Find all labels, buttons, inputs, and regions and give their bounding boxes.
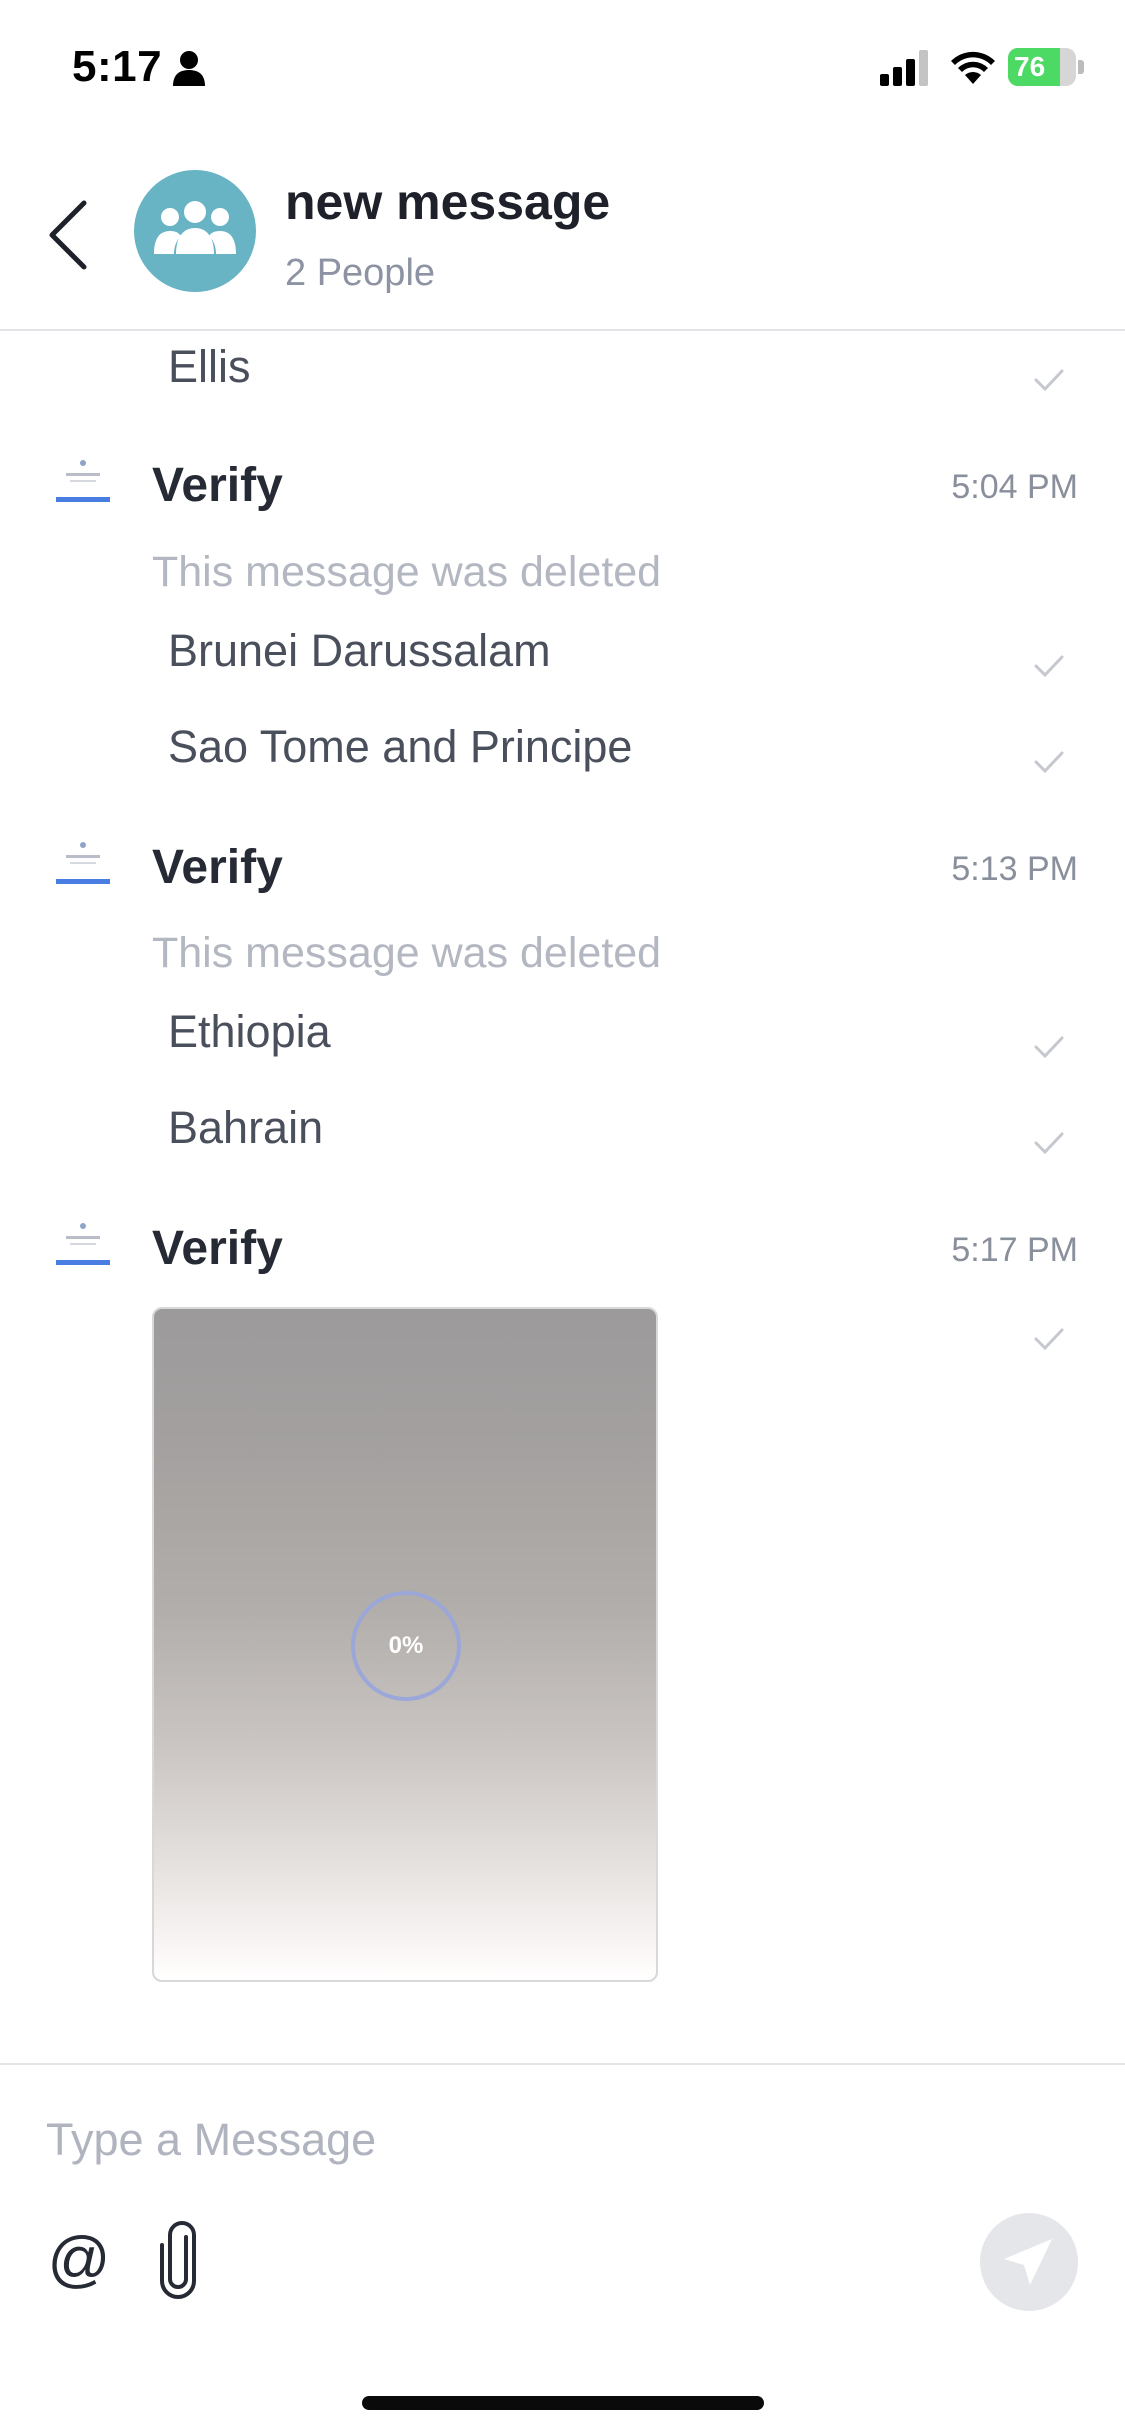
- app-thumbnail-icon: [52, 453, 114, 515]
- check-icon: [1034, 1132, 1064, 1155]
- sender-name: Verify: [152, 1222, 283, 1275]
- sender-avatar[interactable]: [52, 835, 114, 897]
- deleted-message-notice: This message was deleted: [152, 548, 662, 596]
- mention-button[interactable]: @: [44, 2225, 114, 2295]
- cellular-signal-icon: [880, 50, 928, 86]
- message-time: 5:17 PM: [951, 1231, 1078, 1269]
- attachment-icon[interactable]: [152, 2221, 208, 2299]
- check-icon: [1034, 751, 1064, 774]
- check-icon: [1034, 1328, 1064, 1351]
- message-input[interactable]: [46, 2105, 946, 2175]
- upload-progress-ring: 0%: [351, 1591, 461, 1701]
- image-attachment[interactable]: 0%: [152, 1307, 658, 1982]
- upload-progress-label: 0%: [388, 1632, 424, 1659]
- group-icon: [154, 201, 236, 254]
- sender-name: Verify: [152, 841, 283, 894]
- group-avatar[interactable]: [134, 170, 256, 292]
- sender-name: Verify: [152, 459, 283, 512]
- message-line: Ellis: [168, 341, 251, 392]
- send-button[interactable]: [980, 2213, 1078, 2311]
- deleted-message-notice: This message was deleted: [152, 929, 662, 977]
- message-line: Brunei Darussalam: [168, 625, 551, 676]
- battery-cap: [1078, 60, 1084, 74]
- app-thumbnail-icon: [52, 835, 114, 897]
- app-thumbnail-icon: [52, 1216, 114, 1278]
- check-icon: [1034, 369, 1064, 392]
- message-list[interactable]: Ellis Verify 5:04 PM This message was de…: [0, 333, 1125, 2063]
- battery-level: 76: [1014, 51, 1046, 82]
- wifi-icon: [951, 51, 995, 84]
- status-time: 5:17: [72, 42, 163, 91]
- message-line: Sao Tome and Principe: [168, 721, 633, 772]
- message-line: Bahrain: [168, 1102, 324, 1153]
- message-line: Ethiopia: [168, 1006, 331, 1057]
- message-time: 5:13 PM: [951, 850, 1078, 888]
- status-bar: 5:17 76: [0, 0, 1125, 135]
- battery-indicator: 76: [1008, 48, 1084, 86]
- send-icon: [1004, 2239, 1052, 2285]
- sender-avatar[interactable]: [52, 1216, 114, 1278]
- message-time: 5:04 PM: [951, 468, 1078, 506]
- back-button[interactable]: [40, 195, 100, 275]
- sender-avatar[interactable]: [52, 453, 114, 515]
- message-composer: @: [0, 2063, 1125, 2436]
- person-icon: [173, 51, 205, 86]
- check-icon: [1034, 655, 1064, 678]
- conversation-title: new message: [285, 174, 611, 230]
- home-indicator: [362, 2396, 764, 2410]
- conversation-header: new message 2 People: [0, 135, 1125, 331]
- battery-body: 76: [1008, 48, 1076, 86]
- check-icon: [1034, 1036, 1064, 1059]
- participant-count: 2 People: [285, 252, 436, 294]
